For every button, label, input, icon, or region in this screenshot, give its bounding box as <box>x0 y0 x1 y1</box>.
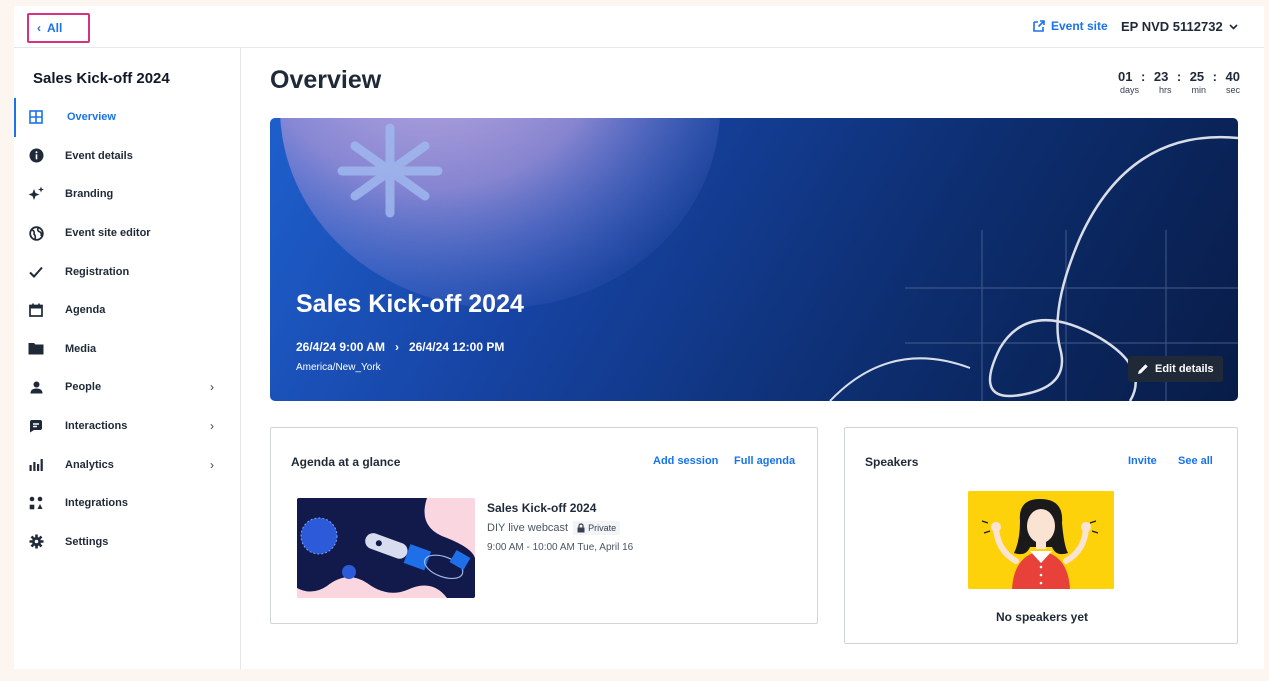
hero-decoration <box>280 118 1238 401</box>
chevron-right-icon: › <box>210 419 214 434</box>
agenda-card: Agenda at a glance Add session Full agen… <box>270 427 818 624</box>
sidebar-nav: Overview Event details Branding Event si… <box>14 98 240 561</box>
person-waving-illustration-icon <box>968 491 1114 589</box>
countdown-labels: days hrs min sec <box>1118 85 1240 95</box>
lock-icon <box>577 523 585 533</box>
sidebar-item-label: Analytics <box>65 458 114 471</box>
countdown-sec: 40 <box>1225 69 1240 84</box>
event-site-link[interactable]: Event site <box>1032 19 1108 33</box>
sidebar-item-settings[interactable]: Settings <box>14 523 240 562</box>
sparkle-icon <box>27 185 45 203</box>
sidebar-event-name: Sales Kick-off 2024 <box>33 70 170 87</box>
session-type: DIY live webcast Private <box>487 521 621 535</box>
chevron-right-icon: › <box>394 340 399 354</box>
full-agenda-link[interactable]: Full agenda <box>734 455 795 467</box>
countdown-separator: : <box>1176 69 1182 84</box>
check-icon <box>27 263 45 281</box>
page-title: Overview <box>270 66 382 94</box>
chevron-right-icon: › <box>210 380 214 395</box>
no-speakers-text: No speakers yet <box>995 610 1089 624</box>
sidebar-item-label: Branding <box>65 188 114 201</box>
sidebar-item-agenda[interactable]: Agenda <box>14 291 240 330</box>
speakers-card: Speakers Invite See all No speakers yet <box>844 427 1238 644</box>
hero-end-date: 26/4/24 12:00 PM <box>408 340 505 354</box>
hero-event-title: Sales Kick-off 2024 <box>296 290 524 318</box>
sidebar: Sales Kick-off 2024 Overview Event detai… <box>14 48 241 669</box>
countdown-min-label: min <box>1191 85 1206 95</box>
sidebar-item-label: Media <box>65 342 97 355</box>
event-hero-banner: Sales Kick-off 2024 26/4/24 9:00 AM › 26… <box>270 118 1238 401</box>
countdown-days: 01 <box>1118 69 1133 84</box>
chat-icon <box>27 417 45 435</box>
sidebar-item-branding[interactable]: Branding <box>14 175 240 214</box>
sidebar-item-label: Interactions <box>65 420 128 433</box>
add-session-link[interactable]: Add session <box>653 455 718 467</box>
sidebar-item-event-details[interactable]: Event details <box>14 137 240 176</box>
countdown-hrs-label: hrs <box>1158 85 1172 95</box>
private-badge: Private <box>573 521 621 535</box>
sidebar-item-label: Overview <box>67 111 116 124</box>
hero-start-date: 26/4/24 9:00 AM <box>296 340 385 354</box>
sidebar-item-label: Event details <box>65 149 133 162</box>
chevron-left-icon: ‹ <box>37 21 41 35</box>
sidebar-item-label: Registration <box>65 265 130 278</box>
sidebar-item-media[interactable]: Media <box>14 330 240 369</box>
speakers-card-title: Speakers <box>865 455 919 469</box>
chevron-right-icon: › <box>210 457 214 472</box>
calendar-icon <box>27 301 45 319</box>
sidebar-item-analytics[interactable]: Analytics › <box>14 445 240 484</box>
edit-details-label: Edit details <box>1155 363 1214 375</box>
session-title[interactable]: Sales Kick-off 2024 <box>487 501 596 515</box>
agenda-card-title: Agenda at a glance <box>291 455 401 469</box>
sidebar-item-overview[interactable]: Overview <box>14 98 240 137</box>
globe-icon <box>27 224 45 242</box>
back-to-all-button[interactable]: ‹ All <box>27 13 90 43</box>
top-bar: ‹ All Event site EP NVD 5112732 <box>14 6 1264 48</box>
sidebar-item-label: Settings <box>65 535 109 548</box>
countdown-hrs: 23 <box>1153 69 1169 84</box>
external-link-icon <box>1033 20 1045 32</box>
hero-event-dates: 26/4/24 9:00 AM › 26/4/24 12:00 PM <box>296 340 504 354</box>
hero-timezone: America/New_York <box>296 362 381 373</box>
account-menu[interactable]: EP NVD 5112732 <box>1121 19 1238 34</box>
edit-details-button[interactable]: Edit details <box>1128 356 1223 382</box>
bar-chart-icon <box>27 456 45 474</box>
gear-icon <box>27 533 45 551</box>
see-all-speakers-link[interactable]: See all <box>1178 455 1213 467</box>
event-site-label: Event site <box>1051 19 1108 33</box>
countdown-separator: : <box>1140 69 1146 84</box>
sidebar-item-label: Agenda <box>65 304 106 317</box>
sidebar-item-label: Integrations <box>65 497 128 510</box>
session-thumbnail[interactable] <box>297 498 475 598</box>
integrations-icon <box>27 494 45 512</box>
sidebar-item-registration[interactable]: Registration <box>14 252 240 291</box>
no-speakers-illustration <box>968 491 1114 589</box>
countdown-min: 25 <box>1189 69 1205 84</box>
countdown-separator: : <box>1212 69 1218 84</box>
sidebar-item-people[interactable]: People › <box>14 368 240 407</box>
rocket-illustration-icon <box>297 498 475 598</box>
countdown-timer: 01 : 23 : 25 : 40 days hrs min sec <box>1118 69 1240 95</box>
pencil-icon <box>1138 364 1148 374</box>
session-time: 9:00 AM - 10:00 AM Tue, April 16 <box>487 542 634 553</box>
countdown-days-label: days <box>1120 85 1140 95</box>
folder-icon <box>27 340 45 358</box>
sidebar-item-event-site-editor[interactable]: Event site editor <box>14 214 240 253</box>
sidebar-item-label: People <box>65 381 102 394</box>
sidebar-item-interactions[interactable]: Interactions › <box>14 407 240 446</box>
grid-icon <box>27 108 45 126</box>
person-icon <box>27 378 45 396</box>
app-window: ‹ All Event site EP NVD 5112732 Sales Ki… <box>14 6 1264 669</box>
info-icon <box>27 147 45 165</box>
sidebar-item-integrations[interactable]: Integrations <box>14 484 240 523</box>
sidebar-item-label: Event site editor <box>65 227 151 240</box>
private-badge-label: Private <box>588 523 617 533</box>
chevron-down-icon <box>1229 23 1238 30</box>
countdown-sec-label: sec <box>1225 85 1240 95</box>
account-label: EP NVD 5112732 <box>1121 19 1223 34</box>
invite-speaker-link[interactable]: Invite <box>1128 455 1157 467</box>
back-label: All <box>47 21 63 35</box>
session-type-label: DIY live webcast <box>487 522 569 534</box>
countdown-values: 01 : 23 : 25 : 40 <box>1118 69 1240 84</box>
